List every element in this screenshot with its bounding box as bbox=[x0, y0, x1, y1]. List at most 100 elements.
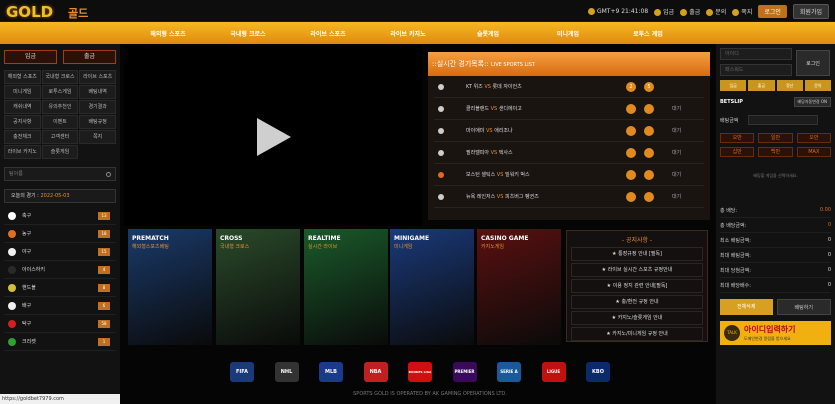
live-header: ::실시간 경기목록:: LIVE SPORTS LIST bbox=[428, 52, 710, 76]
place-bet-button[interactable]: 배팅하기 bbox=[776, 299, 831, 315]
live-match-row[interactable]: 클리블랜드 VS 샌디에이고 대기 bbox=[434, 98, 704, 120]
notice-title: - 공지사항 - bbox=[621, 237, 653, 244]
bet-stats: 총 배당: 0.00 총 배당금액: 0 최소 배팅금액: 0 최대 배팅금액: 0 최대 당첨… bbox=[716, 203, 835, 293]
promo-banner[interactable]: CASINO GAME 카지노게임 bbox=[477, 229, 561, 345]
login-button[interactable]: 로그인 bbox=[758, 5, 787, 18]
menu-item[interactable]: 라이브 스포츠 bbox=[79, 70, 116, 84]
deposit-link[interactable]: 입금 bbox=[654, 7, 674, 16]
password-input[interactable]: 패스워드 bbox=[720, 64, 792, 76]
amount-button[interactable]: 일만 bbox=[758, 133, 793, 143]
login-button[interactable]: 로그인 bbox=[796, 50, 830, 76]
sport-item[interactable]: 아이스하키 4 bbox=[4, 261, 116, 279]
team-search-input[interactable]: 팀이름 bbox=[4, 167, 116, 181]
inquiry-button[interactable]: 문의 bbox=[804, 80, 831, 91]
message-link[interactable]: 쪽지 bbox=[732, 7, 752, 16]
menu-item[interactable]: 국내형 크로스 bbox=[41, 70, 79, 84]
live-sports-list: ::실시간 경기목록:: LIVE SPORTS LIST KT 위즈 VS 롯… bbox=[428, 52, 710, 220]
nav-item[interactable]: 해외형 스포츠 bbox=[128, 29, 208, 38]
menu-item[interactable]: 배팅내역 bbox=[79, 85, 116, 99]
menu-item[interactable]: 고객센터 bbox=[41, 130, 79, 144]
settle-button[interactable]: 정산 bbox=[776, 80, 803, 91]
menu-item[interactable]: 배팅규정 bbox=[79, 115, 116, 129]
notice-item[interactable]: ★ 라이브 실시간 스포츠 규정안내 bbox=[571, 263, 703, 277]
promo-banner[interactable]: PREMATCH 해외형스포츠베팅 bbox=[128, 229, 212, 345]
nav-item[interactable]: 슬롯게임 bbox=[448, 29, 528, 38]
menu-item[interactable]: 로투스게임 bbox=[41, 85, 79, 99]
today-games: 오늘의 경기 : 2022-05-03 bbox=[4, 189, 116, 203]
live-match-row[interactable]: 필라델피아 VS 텍사스 대기 bbox=[434, 142, 704, 164]
menu-item[interactable]: 캐쉬내역 bbox=[4, 100, 41, 114]
nav-item[interactable]: 국내형 크로스 bbox=[208, 29, 288, 38]
sport-item[interactable]: 배구 6 bbox=[4, 297, 116, 315]
nav-item[interactable]: 로투스 게임 bbox=[608, 29, 688, 38]
bet-amount-input[interactable] bbox=[748, 115, 819, 125]
sport-item[interactable]: 탁구 58 bbox=[4, 315, 116, 333]
deposit-button[interactable]: 입금 bbox=[720, 80, 747, 91]
notice-item[interactable]: ★ 카지노/슬롯게임 안내 bbox=[571, 311, 703, 325]
inquiry-link[interactable]: 문의 bbox=[706, 7, 726, 16]
sport-item[interactable]: 야구 15 bbox=[4, 243, 116, 261]
menu-item[interactable]: 경기결과 bbox=[79, 100, 116, 114]
amount-button[interactable]: MAX bbox=[796, 147, 831, 157]
logo[interactable]: GOLD bbox=[6, 3, 53, 21]
withdraw-link[interactable]: 출금 bbox=[680, 7, 700, 16]
sport-icon bbox=[8, 247, 16, 256]
kakao-banner[interactable]: TALK 아이디입력하기 도메인변경 알림을 받으세요 bbox=[720, 321, 831, 345]
menu-item[interactable]: 라이브 카지노 bbox=[4, 145, 41, 159]
menu-item[interactable]: 쪽지 bbox=[79, 130, 116, 144]
amount-button[interactable]: 십만 bbox=[720, 147, 755, 157]
menu-item[interactable]: 이벤트 bbox=[41, 115, 79, 129]
sport-ball-icon bbox=[438, 83, 444, 90]
sport-count: 15 bbox=[98, 247, 110, 256]
sport-item[interactable]: 핸드볼 8 bbox=[4, 279, 116, 297]
withdraw-button[interactable]: 출금 bbox=[748, 80, 775, 91]
promo-banner[interactable]: CROSS 국내형 크로스 bbox=[216, 229, 300, 345]
promo-banner[interactable]: REALTIME 실시간 라이브 bbox=[304, 229, 388, 345]
nav-item[interactable]: 미니게임 bbox=[528, 29, 608, 38]
sport-ball-icon bbox=[438, 105, 444, 112]
lock-icon bbox=[626, 169, 636, 180]
menu-item[interactable]: 충전체크 bbox=[4, 130, 41, 144]
search-icon[interactable] bbox=[106, 172, 111, 177]
promo-banner[interactable]: MINIGAME 미니게임 bbox=[390, 229, 474, 345]
status-url: https://goldbet7979.com bbox=[0, 394, 120, 404]
sport-item[interactable]: 크리켓 1 bbox=[4, 333, 116, 351]
match-teams: 보스턴 셀틱스 VS 밀워키 벅스 bbox=[466, 172, 530, 178]
menu-item[interactable]: 미니게임 bbox=[4, 85, 41, 99]
menu-item[interactable]: 슬롯게임 bbox=[41, 145, 79, 159]
match-teams: 클리블랜드 VS 샌디에이고 bbox=[466, 106, 522, 112]
withdraw-button[interactable]: 출금 bbox=[63, 50, 116, 64]
nav-item[interactable]: 라이브 카지노 bbox=[368, 29, 448, 38]
sport-item[interactable]: 농구 18 bbox=[4, 225, 116, 243]
clear-all-button[interactable]: 전체삭제 bbox=[720, 299, 773, 315]
bet-stat-row: 총 배당금액: 0 bbox=[720, 218, 831, 233]
mlb-logo: MLB bbox=[319, 362, 343, 382]
amount-button[interactable]: 오만 bbox=[720, 133, 755, 143]
notice-item[interactable]: ★ 카지노/미니게임 규정 안내 bbox=[571, 327, 703, 341]
menu-item[interactable]: 유의추천인 bbox=[41, 100, 79, 114]
notice-item[interactable]: ★ 이용 정지 관련 안내[필독] bbox=[571, 279, 703, 293]
auto-odds-toggle[interactable]: 배당자동변경 ON bbox=[793, 97, 831, 107]
notice-item[interactable]: ★ 충/환전 규정 안내 bbox=[571, 295, 703, 309]
id-input[interactable]: 아이디 bbox=[720, 48, 792, 60]
live-match-row[interactable]: KT 위즈 VS 롯데 자이언츠 2 5 bbox=[434, 76, 704, 98]
live-match-row[interactable]: 마이애미 VS 애리조나 대기 bbox=[434, 120, 704, 142]
amount-button[interactable]: 백만 bbox=[758, 147, 793, 157]
amount-button[interactable]: 오만 bbox=[796, 133, 831, 143]
sport-item[interactable]: 축구 13 bbox=[4, 207, 116, 225]
bundesliga-logo: BUNDES LIGA bbox=[408, 362, 432, 382]
sport-icon bbox=[8, 283, 16, 292]
live-match-row[interactable]: 보스턴 셀틱스 VS 밀워키 벅스 대기 bbox=[434, 164, 704, 186]
score-home: 2 bbox=[626, 81, 636, 92]
menu-item[interactable]: 해외형 스포츠 bbox=[4, 70, 41, 84]
join-button[interactable]: 회원가입 bbox=[792, 4, 829, 19]
match-status: 대기 bbox=[672, 150, 682, 156]
menu-item[interactable]: 공지사항 bbox=[4, 115, 41, 129]
deposit-button[interactable]: 입금 bbox=[4, 50, 57, 64]
live-match-row[interactable]: 뉴욕 레인저스 VS 피츠버그 펭귄즈 대기 bbox=[434, 186, 704, 208]
sport-icon bbox=[8, 337, 16, 346]
notice-item[interactable]: ★ 통장규정 안내 [필독] bbox=[571, 247, 703, 261]
clock-icon bbox=[587, 8, 595, 15]
nav-item[interactable]: 라이브 스포츠 bbox=[288, 29, 368, 38]
play-icon[interactable] bbox=[257, 118, 291, 156]
